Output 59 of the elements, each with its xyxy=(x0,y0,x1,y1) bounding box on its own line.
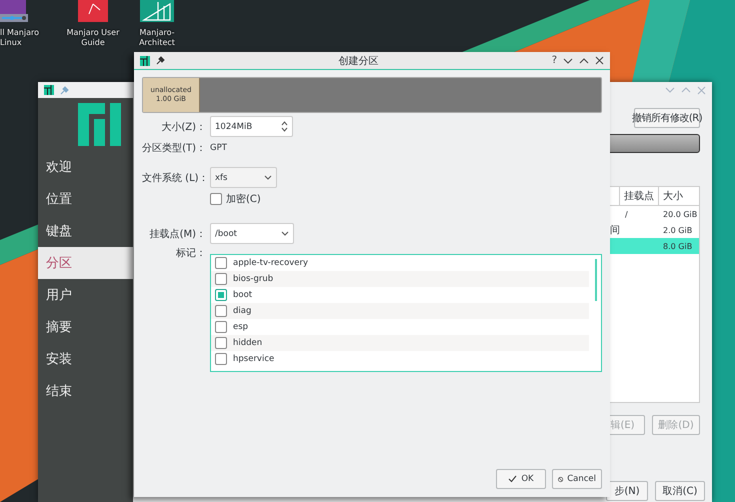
maximize-icon[interactable] xyxy=(579,56,589,64)
scrollbar-thumb[interactable] xyxy=(595,259,597,301)
table-cell: 2.0 GiB xyxy=(663,226,692,234)
desktop-icon-label[interactable]: Manjaro User Guide xyxy=(65,28,121,48)
revert-button[interactable]: 撤销所有修改(R) xyxy=(634,108,700,128)
window-title: 创建分区 xyxy=(338,54,378,68)
column-header[interactable]: 大小 xyxy=(658,187,699,205)
flag-item[interactable]: apple-tv-recovery xyxy=(211,255,589,271)
sidebar-item[interactable]: 键盘 xyxy=(38,215,133,247)
ok-button[interactable]: OK xyxy=(496,469,546,489)
help-button[interactable]: ? xyxy=(552,55,557,66)
desktop-icon-label[interactable]: ll Manjaro Linux xyxy=(0,28,44,48)
table-cell: / xyxy=(625,210,628,218)
field-label: 标记： xyxy=(175,246,206,260)
checkbox-label[interactable]: 加密(C) xyxy=(226,192,261,206)
flag-item[interactable]: diag xyxy=(211,303,589,319)
field-label: 文件系统 (L)： xyxy=(142,172,206,184)
next-button[interactable]: 步(N) xyxy=(606,481,648,501)
cancel-button[interactable]: Cancel xyxy=(552,469,602,489)
checkmark-icon xyxy=(508,475,518,483)
flag-item[interactable]: hpservice xyxy=(211,351,589,367)
sidebar-item[interactable]: 安装 xyxy=(38,343,133,375)
sidebar-item[interactable]: 欢迎 xyxy=(38,151,133,183)
cancel-icon xyxy=(558,474,564,484)
sidebar-item[interactable]: 分区 xyxy=(38,247,133,279)
architect-icon[interactable] xyxy=(140,0,174,22)
pin-icon[interactable] xyxy=(156,56,165,65)
manjaro-logo-icon xyxy=(78,103,121,146)
close-icon[interactable] xyxy=(595,56,604,65)
filesystem-dropdown[interactable]: xfs xyxy=(210,167,277,188)
sidebar-item[interactable]: 结束 xyxy=(38,375,133,407)
manjaro-logo-icon xyxy=(44,85,54,95)
table-cell-text: 间 xyxy=(610,224,620,237)
partition-type-value: GPT xyxy=(210,143,228,153)
flag-item[interactable]: boot xyxy=(211,287,589,303)
spin-arrows-icon[interactable] xyxy=(281,121,288,132)
table-cell: 20.0 GiB xyxy=(663,210,698,218)
size-spinbox[interactable]: 1024MiB xyxy=(210,116,293,137)
book-icon[interactable] xyxy=(78,0,108,22)
cancel-button[interactable]: 取消(C) xyxy=(655,481,705,501)
sidebar-item[interactable]: 位置 xyxy=(38,183,133,215)
flag-item[interactable]: bios-grub xyxy=(211,271,589,287)
column-header[interactable]: 挂载点 xyxy=(619,187,658,205)
sidebar-item[interactable]: 用户 xyxy=(38,279,133,311)
desktop-icon-label[interactable]: Manjaro-Architect xyxy=(133,28,181,48)
minimize-icon[interactable] xyxy=(563,56,573,64)
field-label: 大小(Z)： xyxy=(160,120,206,134)
mount-point-dropdown[interactable]: /boot xyxy=(210,223,294,244)
flag-item[interactable]: esp xyxy=(211,319,589,335)
manjaro-logo-icon xyxy=(140,56,150,66)
table-cell: 8.0 GiB xyxy=(663,242,692,250)
encrypt-checkbox[interactable] xyxy=(210,193,222,205)
sidebar-item[interactable]: 摘要 xyxy=(38,311,133,343)
chevron-down-icon xyxy=(281,231,289,236)
flag-item[interactable]: hidden xyxy=(211,335,589,351)
chevron-down-icon xyxy=(264,175,272,180)
field-label: 挂载点(M)： xyxy=(148,228,206,240)
installer-icon[interactable] xyxy=(0,0,28,22)
field-label: 分区类型(T)： xyxy=(142,142,206,155)
